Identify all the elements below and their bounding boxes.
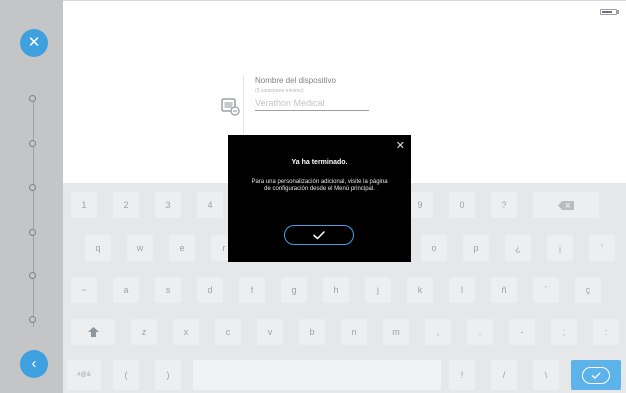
key[interactable]: 1 [71,192,97,218]
confirm-button[interactable] [284,225,354,245]
key[interactable]: k [407,277,433,303]
progress-line [33,95,34,327]
checkmark-icon [313,230,326,240]
key[interactable]: 4 [197,192,223,218]
key[interactable]: ( [113,360,139,390]
key[interactable]: ' [589,235,615,261]
key[interactable]: s [155,277,181,303]
dialog-close-button[interactable]: ✕ [396,139,405,152]
key[interactable]: ? [491,192,517,218]
key[interactable]: / [491,360,517,390]
dialog-message: Para una personalización adicional, visi… [251,179,388,192]
space-key[interactable] [193,360,441,390]
key[interactable]: p [463,235,489,261]
shift-key[interactable] [71,319,115,345]
key[interactable]: , [425,319,451,345]
shift-icon [87,327,99,337]
back-button[interactable]: ‹ [20,350,48,378]
key[interactable]: c [215,319,241,345]
key[interactable]: ¡ [547,235,573,261]
key[interactable]: ñ [491,277,517,303]
key[interactable]: b [299,319,325,345]
step-indicator [29,140,36,147]
step-indicator [29,316,36,323]
left-rail: ✕ ‹ [0,0,63,393]
step-indicator [29,229,36,236]
field-hint: (3 caracteres mínimo) [255,88,304,94]
step-indicator [29,184,36,191]
key[interactable]: h [323,277,349,303]
key[interactable]: ) [155,360,181,390]
key[interactable]: - [509,319,535,345]
backspace-key[interactable] [533,192,599,218]
key[interactable]: . [467,319,493,345]
key[interactable]: x [173,319,199,345]
header-divider [63,0,626,1]
key[interactable]: ´ [533,277,559,303]
device-icon [221,98,240,116]
chevron-left-icon: ‹ [31,355,37,372]
key[interactable]: e [169,235,195,261]
step-indicator [29,95,36,102]
field-label: Nombre del dispositivo [255,76,336,85]
key[interactable]: l [449,277,475,303]
key[interactable]: ç [575,277,601,303]
key[interactable]: ! [449,360,475,390]
symbols-key[interactable]: #@& [67,360,101,390]
key[interactable]: g [281,277,307,303]
key[interactable]: o [421,235,447,261]
close-button[interactable]: ✕ [20,29,48,57]
step-indicator [29,272,36,279]
key[interactable]: : [593,319,619,345]
checkmark-icon [591,372,601,379]
close-icon: ✕ [27,34,41,51]
key[interactable]: 3 [155,192,181,218]
key[interactable]: j [365,277,391,303]
key[interactable]: d [197,277,223,303]
key[interactable]: \ [533,360,559,390]
key[interactable]: ¿ [505,235,531,261]
key[interactable]: q [85,235,111,261]
key[interactable]: 0 [449,192,475,218]
completion-dialog: ✕ Ya ha terminado. Para una personalizac… [228,135,411,262]
enter-key[interactable] [571,360,621,390]
key[interactable]: m [383,319,409,345]
key[interactable]: n [341,319,367,345]
key[interactable]: w [127,235,153,261]
key[interactable]: a [113,277,139,303]
battery-icon [600,9,617,15]
key[interactable]: ~ [71,277,97,303]
key[interactable]: v [257,319,283,345]
key[interactable]: ; [551,319,577,345]
key[interactable]: f [239,277,265,303]
device-name-field[interactable] [255,96,369,111]
backspace-icon [558,200,574,210]
key[interactable]: z [131,319,157,345]
dialog-title: Ya ha terminado. [291,159,348,166]
key[interactable]: 2 [113,192,139,218]
